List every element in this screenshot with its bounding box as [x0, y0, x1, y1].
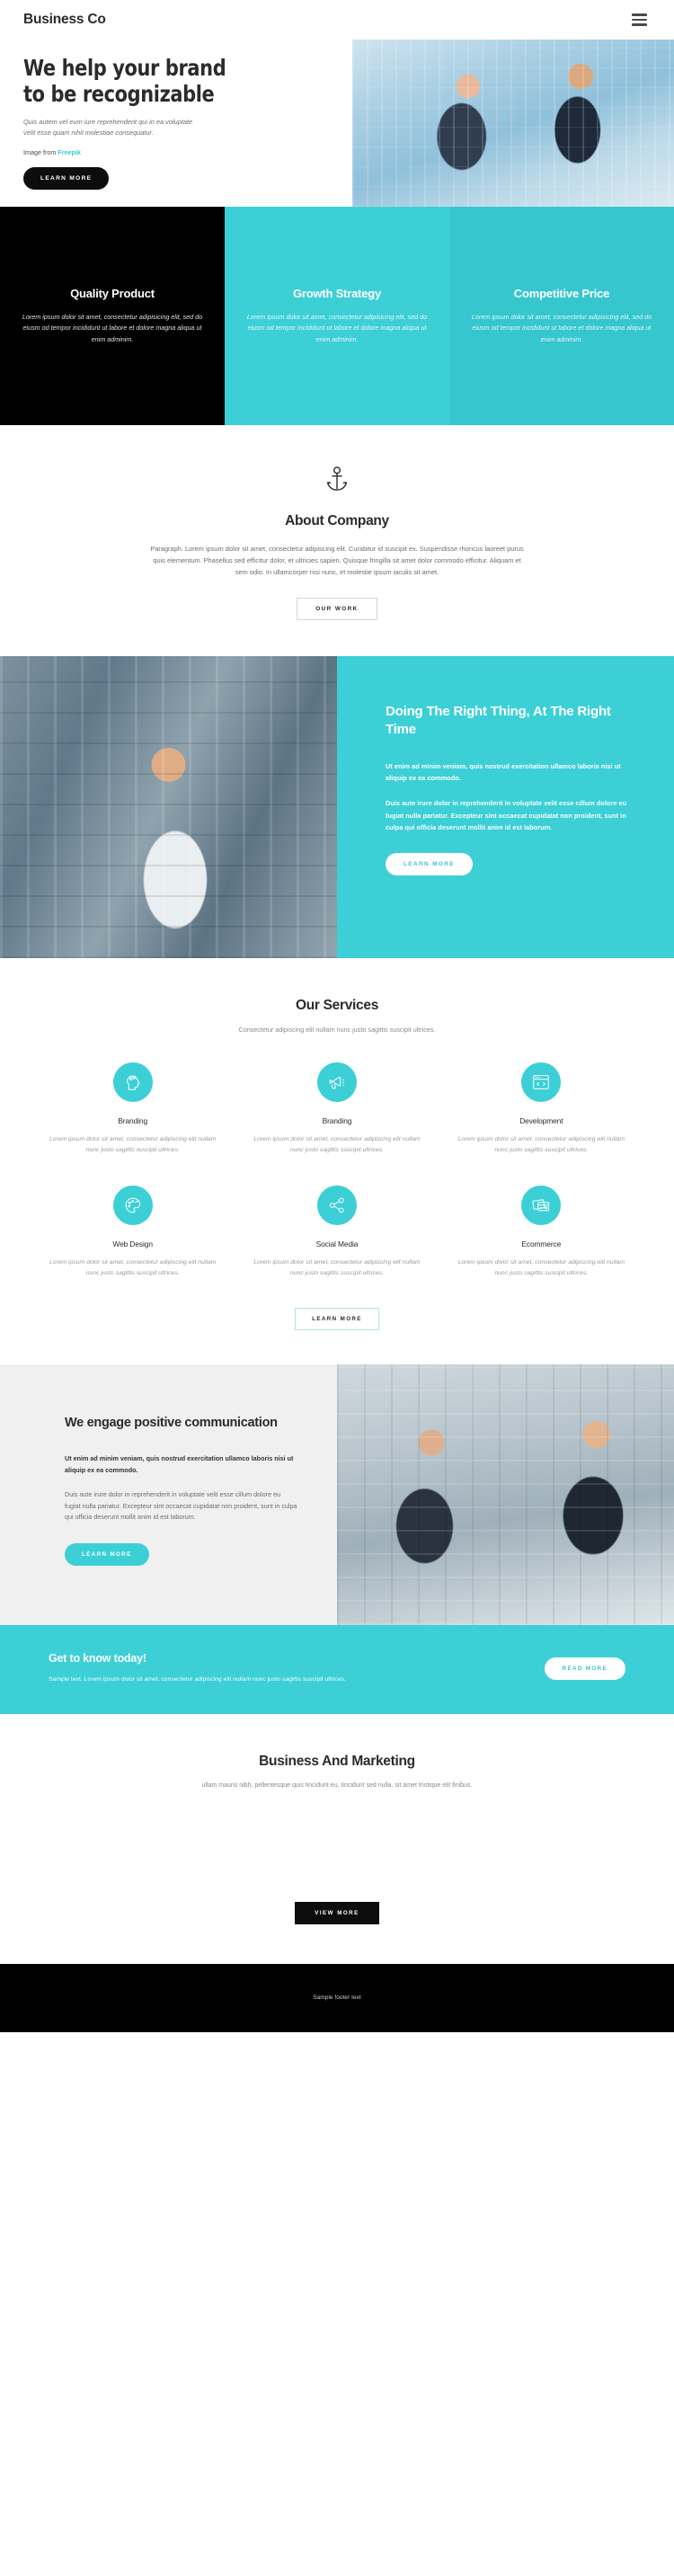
hamburger-menu-icon[interactable] [628, 10, 651, 29]
hero-learn-more-button[interactable]: LEARN MORE [23, 166, 110, 190]
feature-cards-row: Quality Product Lorem ipsum dolor sit am… [0, 207, 674, 425]
service-title: Web Design [112, 1239, 153, 1249]
services-title: Our Services [295, 998, 379, 1014]
hero-content: We help your brand to be recognizable Qu… [0, 40, 270, 190]
business-marketing-bottom-spacer [0, 1924, 674, 1964]
service-title: Branding [118, 1116, 148, 1126]
view-more-button[interactable]: VIEW MORE [295, 1901, 379, 1924]
service-text: Lorem ipsum dolor sit amet, consectetur … [457, 1259, 625, 1277]
site-header: Business Co [0, 0, 674, 40]
service-icon-wrap [316, 1062, 357, 1103]
service-item-social-media[interactable]: Social Media Lorem ipsum dolor sit amet,… [235, 1186, 439, 1278]
hamburger-bar [632, 23, 647, 26]
about-paragraph: Paragraph. Lorem ipsum dolor sit amet, c… [150, 545, 524, 577]
service-title: Ecommerce [521, 1239, 562, 1249]
our-work-button[interactable]: OUR WORK [297, 598, 377, 621]
services-grid: Branding Lorem ipsum dolor sit amet, con… [0, 1034, 674, 1279]
service-icon-wrap [112, 1062, 153, 1103]
feature-card-text: Lorem ipsum dolor sit amet, consectetur … [22, 312, 203, 343]
megaphone-icon [329, 1077, 345, 1089]
service-item-development[interactable]: Development Lorem ipsum dolor sit amet, … [439, 1062, 643, 1155]
split-learn-more-button[interactable]: LEARN MORE [386, 853, 473, 876]
service-text: Lorem ipsum dolor sit amet, consectetur … [49, 1259, 217, 1277]
footer-text: Sample footer text [313, 1994, 361, 2002]
engage-body-text: Duis aute irure dolor in reprehenderit i… [65, 1490, 297, 1522]
split-body-text: Duis aute irure dolor in reprehenderit i… [386, 799, 627, 831]
service-icon-wrap [521, 1186, 562, 1226]
feature-card-title: Quality Product [70, 286, 155, 300]
services-learn-more-button[interactable]: LEARN MORE [295, 1307, 379, 1330]
image-credit: Image from Freepik [23, 148, 246, 156]
split-image-businessman [0, 656, 337, 959]
split-feature-section: Doing The Right Thing, At The Right Time… [0, 656, 674, 959]
engage-title: We engage positive communication [65, 1415, 278, 1430]
freepik-link[interactable]: Freepik [58, 148, 81, 156]
palette-icon [125, 1198, 140, 1213]
service-item-branding-2[interactable]: Branding Lorem ipsum dolor sit amet, con… [235, 1062, 439, 1155]
hero-image-business-couple [352, 40, 674, 207]
share-nodes-icon [329, 1198, 344, 1213]
business-marketing-title: Business And Marketing [259, 1753, 415, 1769]
feature-card-growth-strategy: Growth Strategy Lorem ipsum dolor sit am… [225, 207, 449, 425]
head-gears-icon [126, 1075, 140, 1090]
cta-title: Get to know today! [49, 1651, 146, 1665]
service-title: Development [519, 1116, 563, 1126]
business-marketing-subtitle: ullam mauris nibh, pellentesque quis tin… [201, 1781, 473, 1789]
service-text: Lorem ipsum dolor sit amet, consectetur … [253, 1259, 421, 1277]
services-subtitle: Consectetur adipiscing elit nullam nunc … [238, 1026, 436, 1035]
about-title: About Company [285, 513, 389, 529]
feature-card-text: Lorem ipsum dolor sit amet, consectetur … [246, 312, 428, 343]
service-title: Social Media [315, 1239, 359, 1249]
site-footer: Sample footer text [0, 1963, 674, 2032]
service-icon-wrap [316, 1186, 357, 1226]
cta-band: Get to know today! Sample text. Lorem ip… [0, 1624, 674, 1714]
hero-subtitle: Quis autem vel eum iure reprehenderit qu… [23, 118, 193, 137]
image-credit-prefix: Image from [23, 147, 58, 156]
business-marketing-spacer [0, 1789, 674, 1902]
hamburger-bar [632, 18, 647, 22]
service-icon-wrap [521, 1062, 562, 1103]
anchor-icon [326, 466, 348, 491]
split-title: Doing The Right Thing, At The Right Time [386, 704, 611, 737]
feature-card-quality-product: Quality Product Lorem ipsum dolor sit am… [0, 207, 225, 425]
engage-section: We engage positive communication Ut enim… [0, 1364, 674, 1625]
about-section: About Company Paragraph. Lorem ipsum dol… [0, 425, 674, 657]
hamburger-bar [632, 13, 647, 16]
hero-title: We help your brand to be recognizable [23, 55, 226, 107]
service-item-ecommerce[interactable]: Ecommerce Lorem ipsum dolor sit amet, co… [439, 1186, 643, 1278]
landing-page: Business Co We help your brand to be rec… [0, 0, 674, 2032]
feature-card-title: Competitive Price [513, 286, 610, 300]
engage-content: We engage positive communication Ut enim… [0, 1364, 337, 1625]
cta-text: Sample text. Lorem ipsum dolor sit amet,… [49, 1675, 346, 1683]
split-lead-text: Ut enim ad minim veniam, quis nostrud ex… [386, 761, 621, 783]
hero-section: We help your brand to be recognizable Qu… [0, 40, 674, 207]
feature-card-text: Lorem ipsum dolor sit amet, consectetur … [471, 312, 652, 343]
services-section: Our Services Consectetur adipiscing elit… [0, 958, 674, 1364]
brand-logo[interactable]: Business Co [23, 12, 106, 28]
cta-read-more-button[interactable]: READ MORE [544, 1657, 625, 1680]
code-window-icon [533, 1075, 550, 1089]
service-title: Branding [322, 1116, 352, 1126]
service-text: Lorem ipsum dolor sit amet, consectetur … [253, 1136, 421, 1153]
cta-content: Get to know today! Sample text. Lorem ip… [49, 1652, 346, 1685]
service-item-web-design[interactable]: Web Design Lorem ipsum dolor sit amet, c… [31, 1186, 235, 1278]
service-icon-wrap [112, 1186, 153, 1226]
engage-learn-more-button[interactable]: LEARN MORE [65, 1542, 149, 1566]
split-content: Doing The Right Thing, At The Right Time… [337, 656, 674, 959]
engage-lead-text: Ut enim ad minim veniam, quis nostrud ex… [65, 1454, 294, 1474]
cards-icon [532, 1199, 550, 1212]
feature-card-competitive-price: Competitive Price Lorem ipsum dolor sit … [449, 207, 674, 425]
business-marketing-section: Business And Marketing ullam mauris nibh… [0, 1713, 674, 1964]
engage-image-meeting [337, 1364, 674, 1625]
service-item-branding-1[interactable]: Branding Lorem ipsum dolor sit amet, con… [31, 1062, 235, 1155]
service-text: Lorem ipsum dolor sit amet, consectetur … [49, 1136, 217, 1153]
service-text: Lorem ipsum dolor sit amet, consectetur … [457, 1136, 625, 1153]
feature-card-title: Growth Strategy [292, 286, 382, 300]
